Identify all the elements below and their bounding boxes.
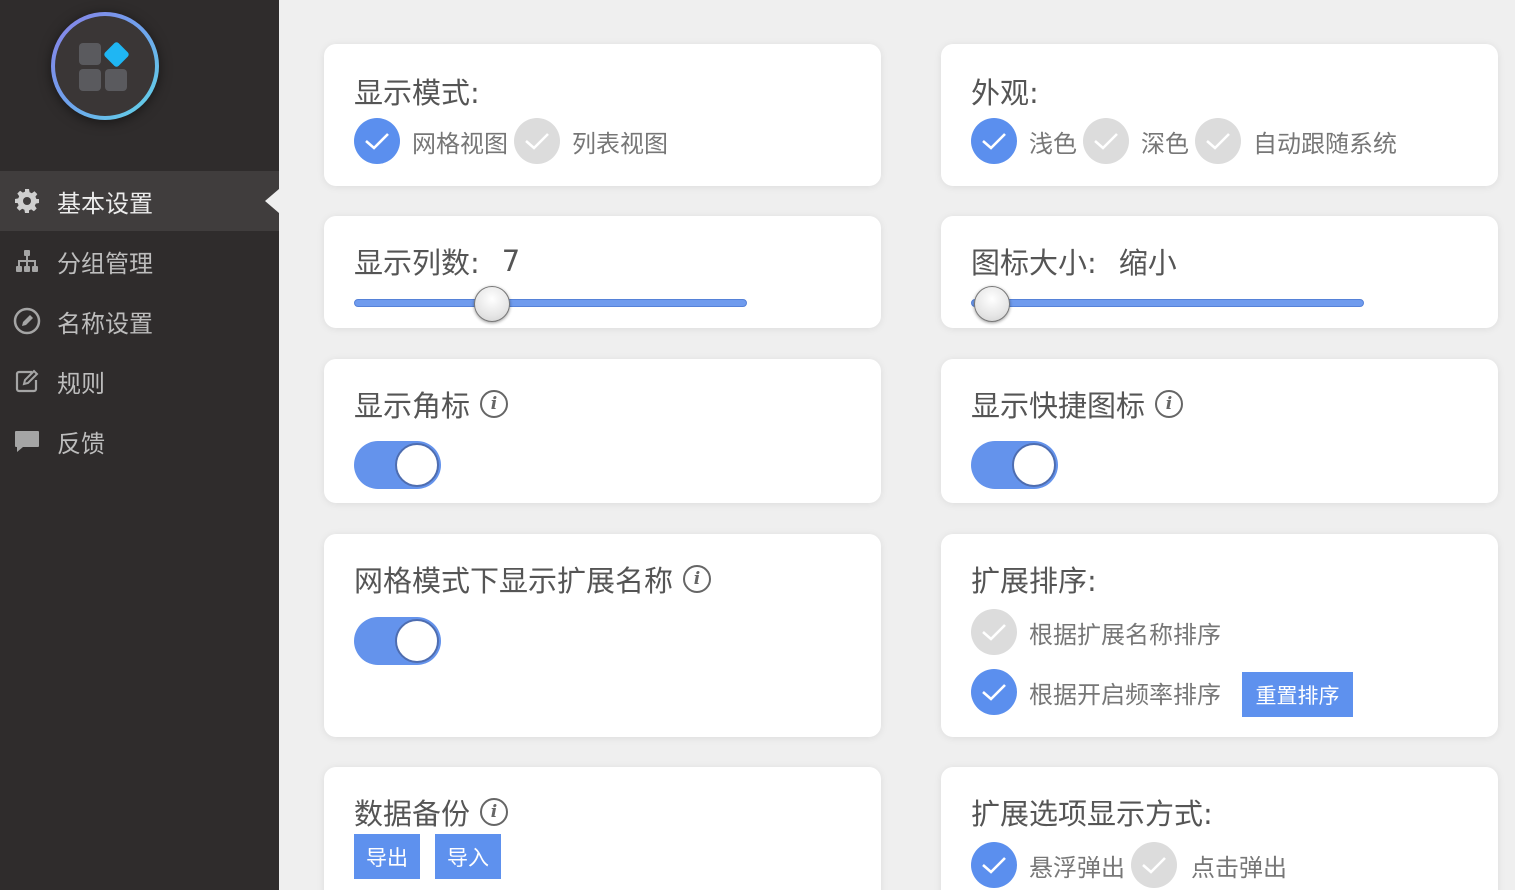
light-theme-radio[interactable] <box>971 118 1017 164</box>
option-display-options: 悬浮弹出 点击弹出 <box>971 842 1293 888</box>
sidebar-item-rules[interactable]: 规则 <box>0 351 279 411</box>
click-popup-radio[interactable] <box>1131 842 1177 888</box>
icon-size-heading: 图标大小: 缩小 <box>971 240 1177 282</box>
info-icon[interactable]: i <box>1155 390 1184 418</box>
sidebar-item-feedback[interactable]: 反馈 <box>0 411 279 471</box>
sort-title: 扩展排序: <box>971 564 1097 598</box>
system-theme-label: 自动跟随系统 <box>1253 129 1397 158</box>
dark-theme-radio[interactable] <box>1083 118 1129 164</box>
show-badge-heading: 显示角标 i <box>354 383 509 425</box>
sort-by-name-option: 根据扩展名称排序 <box>971 609 1227 655</box>
sitemap-icon <box>13 247 41 275</box>
list-view-radio[interactable] <box>514 118 560 164</box>
columns-value: 7 <box>501 244 521 278</box>
display-mode-options: 网格视图 列表视图 <box>354 118 674 164</box>
show-shortcut-toggle[interactable] <box>971 441 1058 489</box>
sort-by-name-label: 根据扩展名称排序 <box>1029 620 1221 649</box>
grid-names-card: 网格模式下显示扩展名称 i <box>324 534 881 737</box>
sort-by-frequency-label: 根据开启频率排序 <box>1029 680 1221 709</box>
appearance-title: 外观: <box>971 76 1039 110</box>
sort-by-frequency-radio[interactable] <box>971 669 1017 715</box>
dark-theme-label: 深色 <box>1141 129 1189 158</box>
light-theme-label: 浅色 <box>1029 129 1077 158</box>
export-button[interactable]: 导出 <box>354 834 420 879</box>
sidebar-item-label: 分组管理 <box>57 249 153 278</box>
sidebar-item-group-management[interactable]: 分组管理 <box>0 231 279 291</box>
appearance-options: 浅色 深色 自动跟随系统 <box>971 118 1403 164</box>
sidebar: 基本设置 分组管理 名称设置 规则 反馈 <box>0 0 279 890</box>
sidebar-item-name-settings[interactable]: 名称设置 <box>0 291 279 351</box>
backup-title: 数据备份 <box>354 797 471 831</box>
option-display-title: 扩展选项显示方式: <box>971 797 1213 831</box>
show-badge-title: 显示角标 <box>354 389 471 423</box>
sidebar-item-label: 基本设置 <box>57 189 153 218</box>
columns-heading: 显示列数: 7 <box>354 240 520 282</box>
click-popup-label: 点击弹出 <box>1191 853 1287 882</box>
sort-card: 扩展排序: 根据扩展名称排序 根据开启频率排序 重置排序 <box>941 534 1498 737</box>
sort-by-name-radio[interactable] <box>971 609 1017 655</box>
icon-size-slider-thumb[interactable] <box>973 286 1010 322</box>
sort-by-frequency-option: 根据开启频率排序 <box>971 669 1227 715</box>
edit-square-icon <box>13 367 41 395</box>
sidebar-item-label: 规则 <box>57 369 105 398</box>
display-mode-title: 显示模式: <box>354 76 480 110</box>
import-button[interactable]: 导入 <box>435 834 501 879</box>
comment-icon <box>13 427 41 455</box>
columns-title: 显示列数: <box>354 246 480 280</box>
sidebar-nav: 基本设置 分组管理 名称设置 规则 反馈 <box>0 171 279 471</box>
hover-popup-label: 悬浮弹出 <box>1029 853 1125 882</box>
gear-icon <box>13 187 41 215</box>
show-shortcut-card: 显示快捷图标 i <box>941 359 1498 503</box>
columns-card: 显示列数: 7 <box>324 216 881 328</box>
backup-heading: 数据备份 i <box>354 791 509 833</box>
icon-size-value: 缩小 <box>1118 246 1177 280</box>
show-badge-card: 显示角标 i <box>324 359 881 503</box>
show-shortcut-heading: 显示快捷图标 i <box>971 383 1184 425</box>
icon-size-slider[interactable] <box>971 286 1364 322</box>
show-badge-toggle[interactable] <box>354 441 441 489</box>
grid-names-title: 网格模式下显示扩展名称 <box>354 564 674 598</box>
info-icon[interactable]: i <box>480 798 509 826</box>
grid-view-radio[interactable] <box>354 118 400 164</box>
hover-popup-radio[interactable] <box>971 842 1017 888</box>
columns-slider[interactable] <box>354 286 747 322</box>
grid-names-toggle[interactable] <box>354 617 441 665</box>
system-theme-radio[interactable] <box>1195 118 1241 164</box>
appearance-card: 外观: 浅色 深色 自动跟随系统 <box>941 44 1498 186</box>
icon-size-title: 图标大小: <box>971 246 1097 280</box>
reset-sort-button[interactable]: 重置排序 <box>1242 672 1353 717</box>
pencil-circle-icon <box>13 307 41 335</box>
display-mode-card: 显示模式: 网格视图 列表视图 <box>324 44 881 186</box>
info-icon[interactable]: i <box>683 565 712 593</box>
icon-size-card: 图标大小: 缩小 <box>941 216 1498 328</box>
columns-slider-thumb[interactable] <box>473 286 510 322</box>
sidebar-item-label: 名称设置 <box>57 309 153 338</box>
backup-card: 数据备份 i 导出 导入 <box>324 767 881 890</box>
app-logo <box>51 12 159 120</box>
list-view-label: 列表视图 <box>572 129 668 158</box>
grid-view-label: 网格视图 <box>412 129 508 158</box>
sidebar-item-label: 反馈 <box>57 429 105 458</box>
grid-names-heading: 网格模式下显示扩展名称 i <box>354 558 712 600</box>
show-shortcut-title: 显示快捷图标 <box>971 389 1146 423</box>
sidebar-item-basic-settings[interactable]: 基本设置 <box>0 171 279 231</box>
info-icon[interactable]: i <box>480 390 509 418</box>
option-display-card: 扩展选项显示方式: 悬浮弹出 点击弹出 <box>941 767 1498 890</box>
